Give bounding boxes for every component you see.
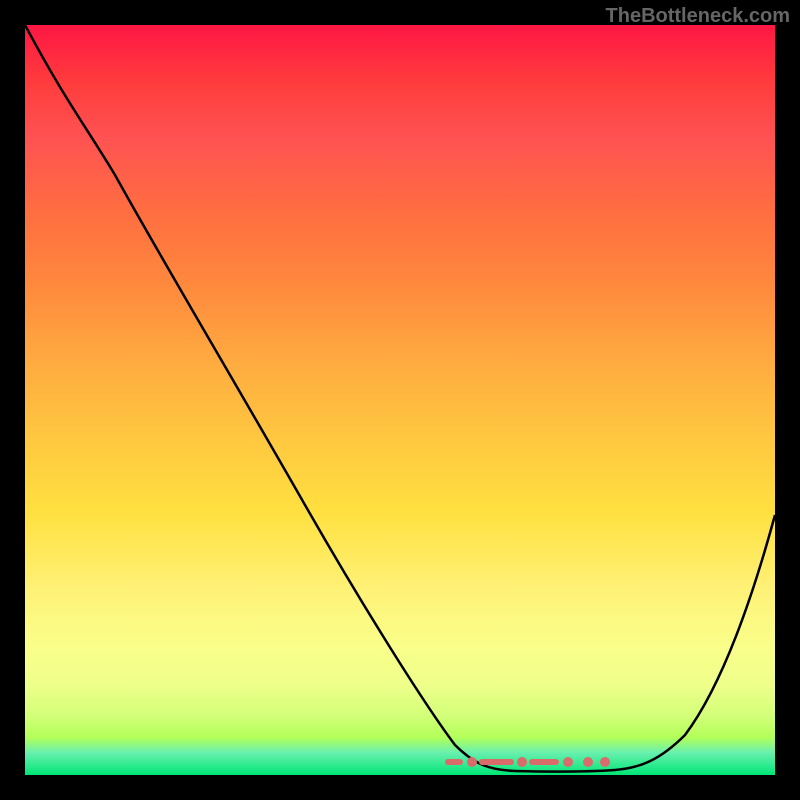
bottleneck-curve — [25, 25, 775, 775]
watermark-text: TheBottleneck.com — [606, 5, 790, 28]
chart-plot-area — [25, 25, 775, 775]
